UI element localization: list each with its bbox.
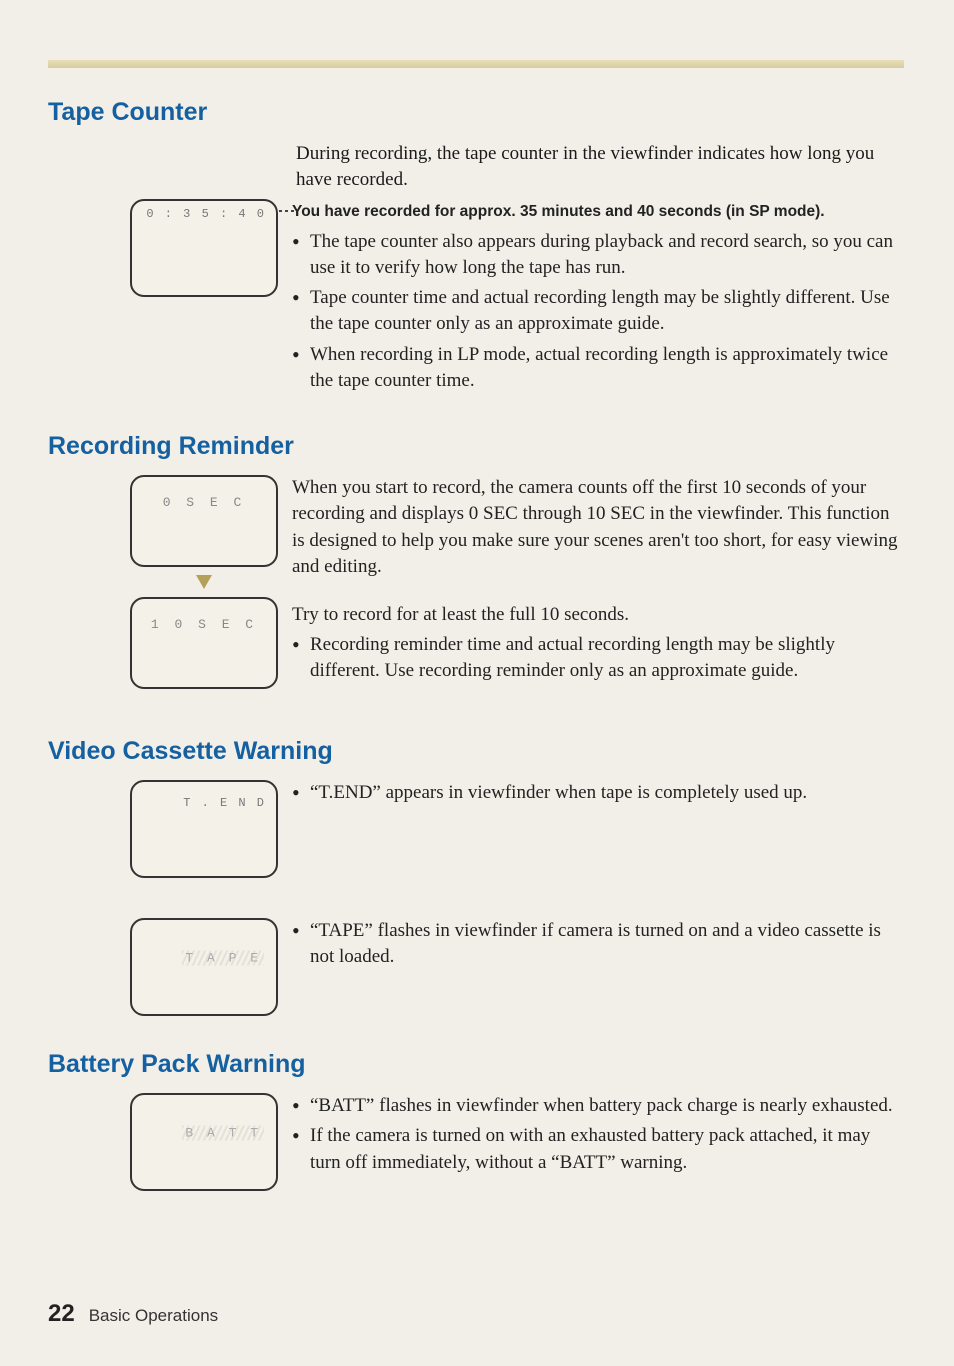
viewfinder-display-tend: T . E N D <box>183 796 266 810</box>
section-recording-reminder: Recording Reminder 0 S E C 1 0 S E C Whe… <box>48 432 904 689</box>
tend-bullets: “T.END” appears in viewfinder when tape … <box>292 780 904 806</box>
viewfinder-tend: T . E N D <box>130 780 278 878</box>
section-tape-counter: Tape Counter During recording, the tape … <box>48 98 904 398</box>
viewfinder-display-time: 0 : 3 5 : 4 0 <box>146 207 266 221</box>
tape-counter-intro: During recording, the tape counter in th… <box>48 141 904 193</box>
heading-battery-pack-warning: Battery Pack Warning <box>48 1050 904 1079</box>
recording-reminder-intro: When you start to record, the camera cou… <box>292 475 904 580</box>
viewfinder-display-0sec: 0 S E C <box>132 495 276 510</box>
viewfinder-display-10sec: 1 0 S E C <box>132 617 276 632</box>
bullet: If the camera is turned on with an exhau… <box>292 1123 904 1175</box>
footer-section-label: Basic Operations <box>89 1306 218 1326</box>
page-number: 22 <box>48 1300 75 1328</box>
bullet: “BATT” flashes in viewfinder when batter… <box>292 1093 904 1119</box>
viewfinder-tape-counter: 0 : 3 5 : 4 0 <box>130 199 278 297</box>
bullet: “TAPE” flashes in viewfinder if camera i… <box>292 918 904 970</box>
heading-recording-reminder: Recording Reminder <box>48 432 904 461</box>
leader-line <box>279 210 295 212</box>
section-video-cassette-warning: Video Cassette Warning T . E N D “T.END”… <box>48 737 904 1016</box>
top-divider <box>48 60 904 68</box>
bullet: Tape counter time and actual recording l… <box>292 285 904 337</box>
bullet: The tape counter also appears during pla… <box>292 229 904 281</box>
heading-tape-counter: Tape Counter <box>48 98 904 127</box>
recording-reminder-bullets: Recording reminder time and actual recor… <box>292 632 904 684</box>
section-battery-pack-warning: Battery Pack Warning B A T T “BATT” flas… <box>48 1050 904 1191</box>
flashing-text: T A P E <box>182 950 264 965</box>
tape-counter-bullets: The tape counter also appears during pla… <box>292 229 904 394</box>
viewfinder-reminder-10sec: 1 0 S E C <box>130 597 278 689</box>
tape-bullets: “TAPE” flashes in viewfinder if camera i… <box>292 918 904 970</box>
viewfinder-display-batt: B A T T <box>182 1125 264 1140</box>
arrow-down-icon <box>196 575 212 589</box>
flashing-text: B A T T <box>182 1125 264 1140</box>
viewfinder-batt: B A T T <box>130 1093 278 1191</box>
manual-page: Tape Counter During recording, the tape … <box>0 0 954 1366</box>
viewfinder-tape: T A P E <box>130 918 278 1016</box>
tape-counter-bold-note: You have recorded for approx. 35 minutes… <box>292 201 904 222</box>
bullet: “T.END” appears in viewfinder when tape … <box>292 780 904 806</box>
viewfinder-reminder-0sec: 0 S E C <box>130 475 278 567</box>
bullet: Recording reminder time and actual recor… <box>292 632 904 684</box>
bullet: When recording in LP mode, actual record… <box>292 342 904 394</box>
heading-video-cassette-warning: Video Cassette Warning <box>48 737 904 766</box>
batt-bullets: “BATT” flashes in viewfinder when batter… <box>292 1093 904 1176</box>
viewfinder-display-tape: T A P E <box>182 950 264 965</box>
tape-counter-intro-text: During recording, the tape counter in th… <box>296 143 874 190</box>
recording-reminder-try-note: Try to record for at least the full 10 s… <box>292 602 904 628</box>
page-footer: 22 Basic Operations <box>48 1300 218 1328</box>
